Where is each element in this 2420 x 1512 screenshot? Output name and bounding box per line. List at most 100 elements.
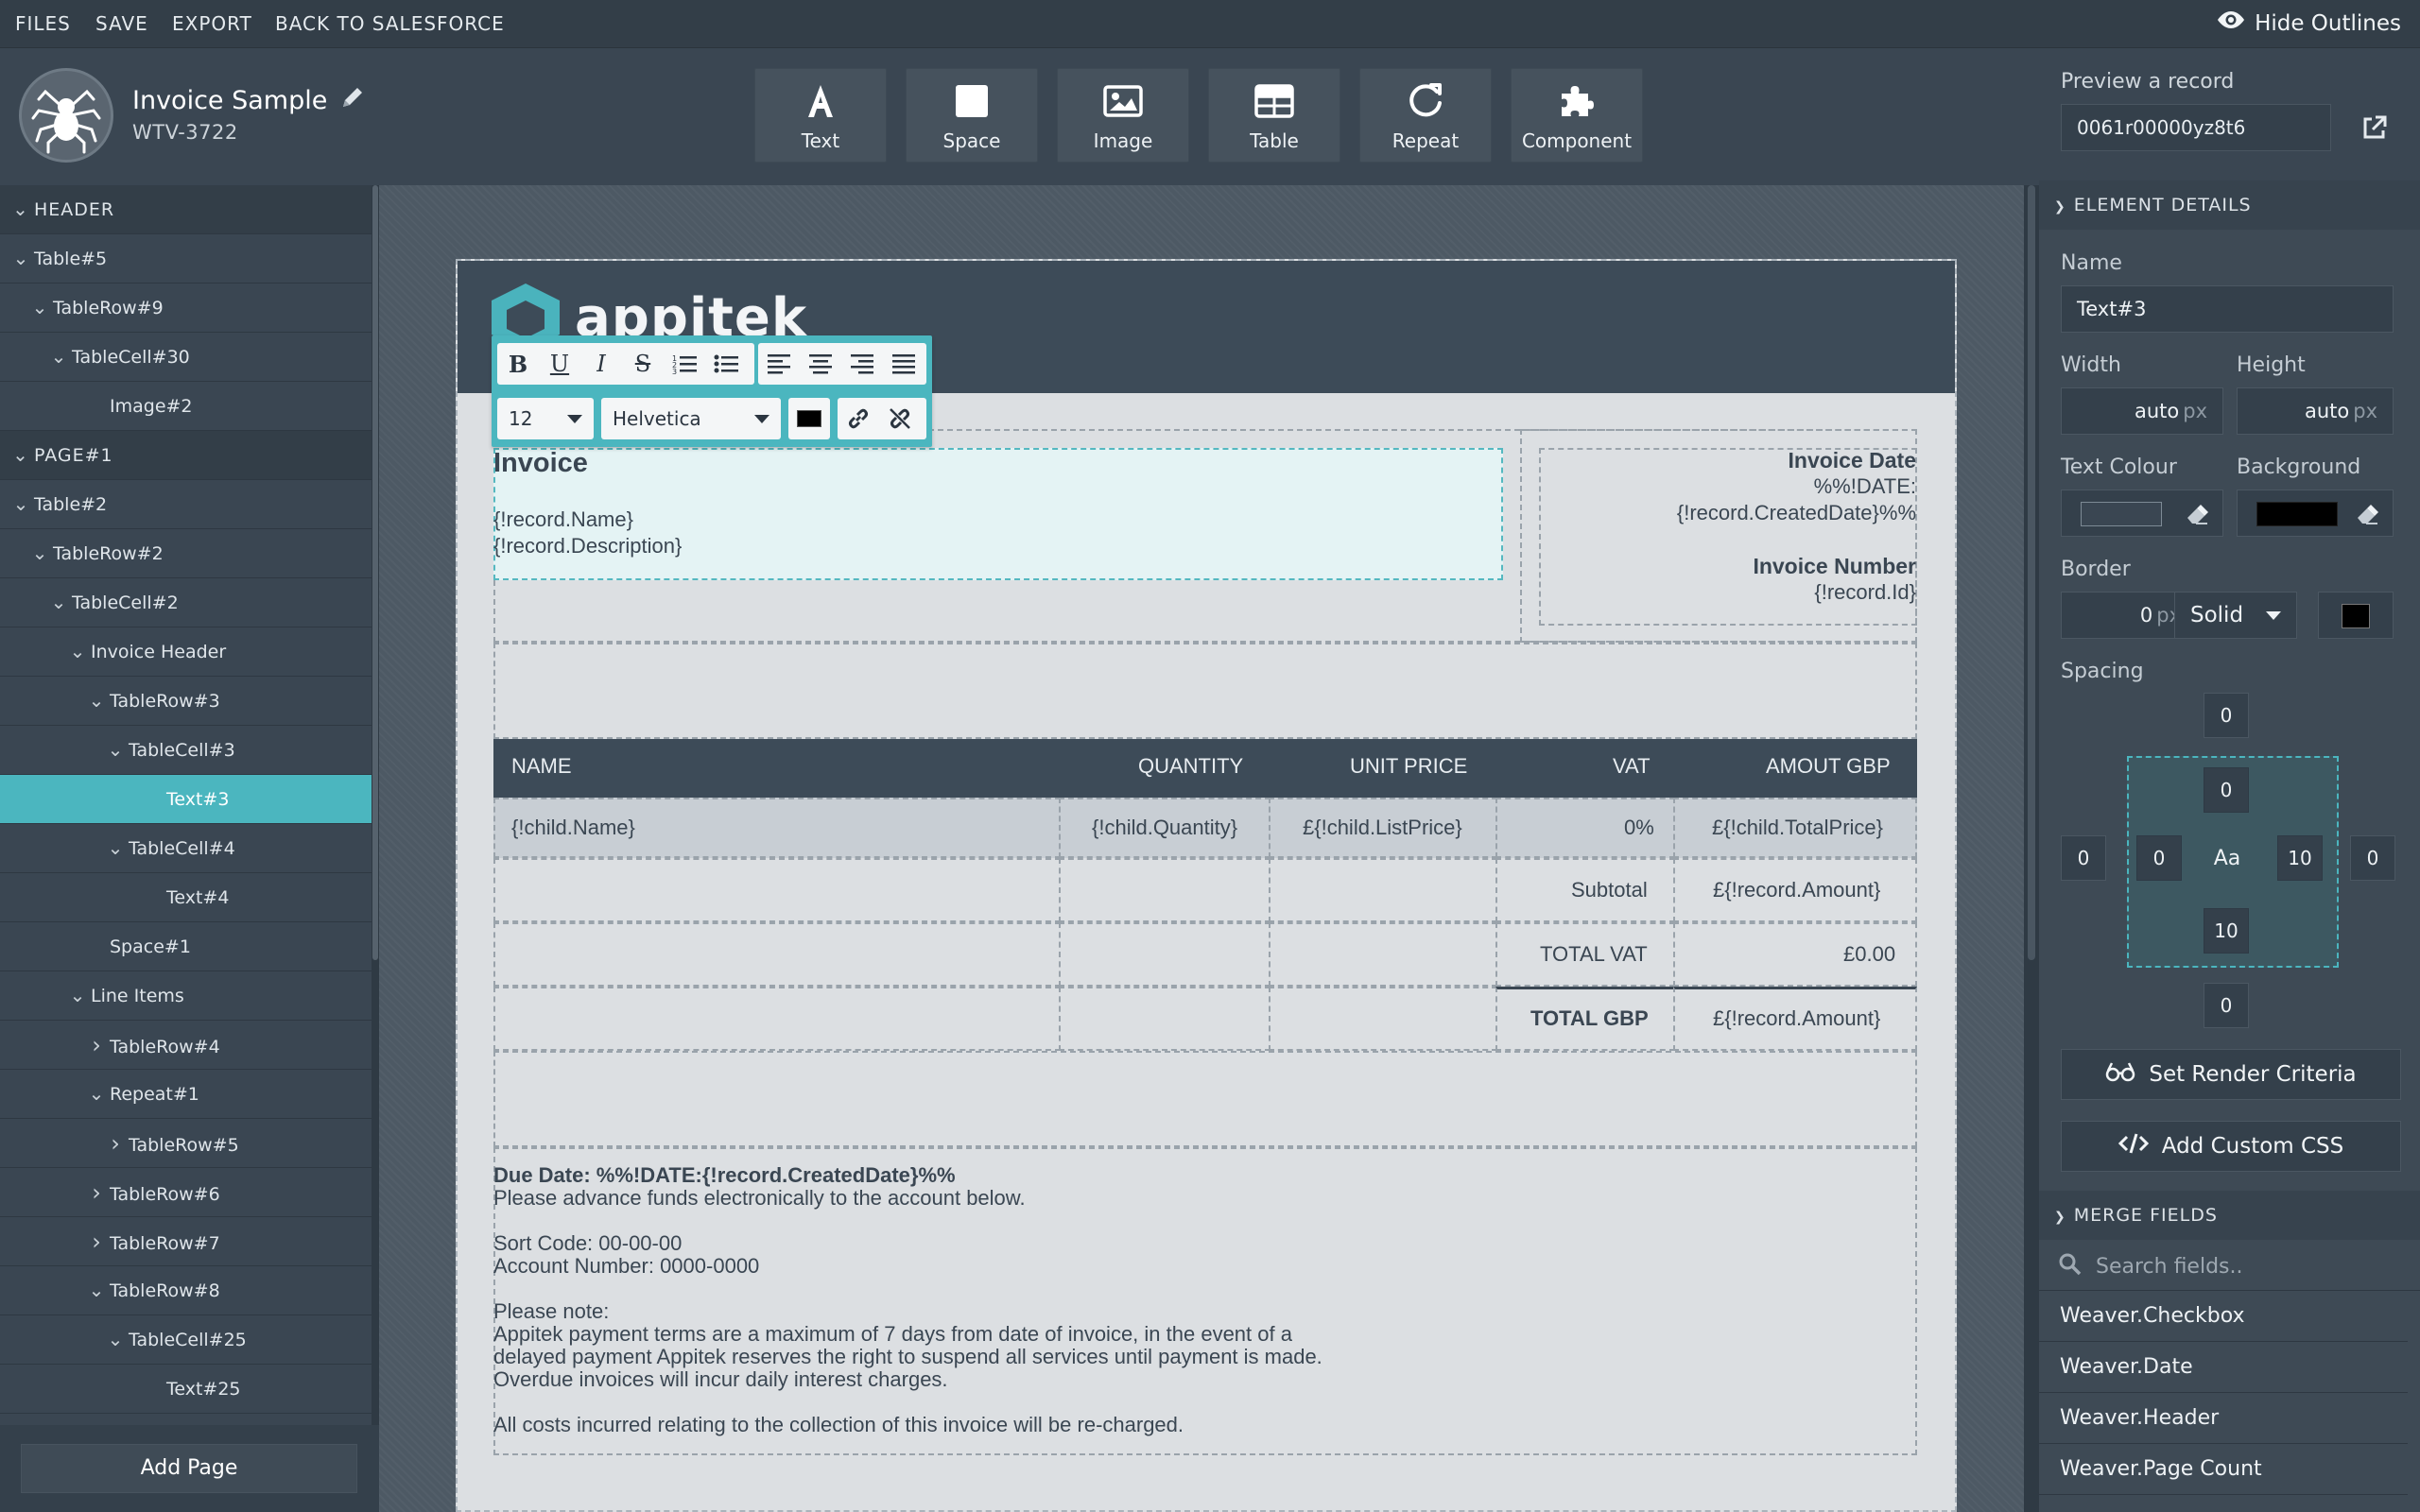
chevron-down-icon[interactable]: ⌄ bbox=[11, 190, 30, 228]
tree-item[interactable]: ⌄ TableCell#2 bbox=[0, 578, 372, 627]
tree-item[interactable]: ⌄ TableCell#3 bbox=[0, 726, 372, 775]
text-color-button[interactable] bbox=[788, 398, 830, 439]
font-family-select[interactable]: Helvetica bbox=[601, 398, 781, 439]
tree-item[interactable]: Image#2 bbox=[0, 382, 372, 431]
tree-item[interactable]: ⌄ TableCell#30 bbox=[0, 333, 372, 382]
tree-item[interactable]: ⌄ Repeat#1 bbox=[0, 1070, 372, 1119]
tree-item[interactable]: ⌄ TableRow#2 bbox=[0, 529, 372, 578]
preview-record-input[interactable]: 0061r00000yz8t6 bbox=[2061, 104, 2331, 151]
tree-item[interactable]: Text#25 bbox=[0, 1365, 372, 1414]
margin-right-input[interactable]: 0 bbox=[2350, 835, 2395, 881]
tree-item[interactable]: › TableRow#6 bbox=[0, 1168, 372, 1217]
merge-field-item[interactable]: Weaver.Page Count bbox=[2039, 1444, 2408, 1495]
merge-fields-header[interactable]: ❯ MERGE FIELDS bbox=[2039, 1191, 2420, 1240]
tree-item[interactable]: ⌄ TableRow#3 bbox=[0, 677, 372, 726]
tree-item[interactable]: ⌄ Line Items bbox=[0, 971, 372, 1021]
margin-top-input[interactable]: 0 bbox=[2204, 693, 2249, 738]
tree-item[interactable]: ⌄ Table#5 bbox=[0, 234, 372, 284]
element-name-input[interactable]: Text#3 bbox=[2061, 285, 2394, 333]
chevron-down-icon[interactable]: ⌄ bbox=[49, 583, 68, 621]
add-custom-css-button[interactable]: Add Custom CSS bbox=[2061, 1121, 2401, 1172]
tree-item[interactable]: ⌄ TableCell#4 bbox=[0, 824, 372, 873]
tree-item[interactable]: ⌄ HEADER bbox=[0, 185, 372, 234]
menu-files[interactable]: FILES bbox=[15, 0, 71, 48]
chevron-down-icon[interactable]: ⌄ bbox=[106, 1320, 125, 1358]
set-render-criteria-button[interactable]: Set Render Criteria bbox=[2061, 1049, 2401, 1100]
element-details-header[interactable]: ❯ ELEMENT DETAILS bbox=[2039, 180, 2420, 230]
menu-save[interactable]: SAVE bbox=[95, 0, 148, 48]
background-colour-picker[interactable] bbox=[2237, 490, 2394, 537]
table-cell[interactable] bbox=[493, 858, 1061, 922]
align-justify-icon[interactable] bbox=[883, 343, 925, 385]
table-cell[interactable] bbox=[1269, 987, 1497, 1051]
menu-export[interactable]: EXPORT bbox=[172, 0, 252, 48]
chevron-down-icon[interactable]: ⌄ bbox=[49, 337, 68, 375]
chevron-right-icon[interactable]: › bbox=[87, 1168, 106, 1217]
add-image-button[interactable]: Image bbox=[1057, 68, 1189, 163]
tree-item[interactable]: ⌄ TableRow#9 bbox=[0, 284, 372, 333]
chevron-down-icon[interactable]: ⌄ bbox=[106, 829, 125, 867]
padding-bottom-input[interactable]: 10 bbox=[2204, 908, 2249, 954]
tree-item[interactable]: › TableRow#7 bbox=[0, 1217, 372, 1266]
tree-scrollbar[interactable] bbox=[372, 185, 379, 1433]
chevron-down-icon[interactable]: ⌄ bbox=[87, 681, 106, 719]
chevron-down-icon[interactable]: ⌄ bbox=[11, 436, 30, 473]
table-cell[interactable] bbox=[1269, 922, 1497, 987]
open-external-icon[interactable] bbox=[2350, 104, 2399, 151]
chevron-down-icon[interactable]: ⌄ bbox=[68, 632, 87, 670]
hide-outlines-button[interactable]: Hide Outlines bbox=[2217, 0, 2401, 48]
chevron-down-icon[interactable]: ⌄ bbox=[106, 730, 125, 768]
chevron-down-icon[interactable]: ⌄ bbox=[87, 1271, 106, 1309]
tree-item[interactable]: ⌄ TableCell#25 bbox=[0, 1315, 372, 1365]
margin-left-input[interactable]: 0 bbox=[2061, 835, 2106, 881]
merge-fields-search[interactable]: Search fields.. bbox=[2039, 1244, 2420, 1291]
table-cell[interactable] bbox=[1059, 987, 1270, 1051]
ordered-list-icon[interactable]: 123 bbox=[664, 343, 705, 385]
chevron-down-icon[interactable]: ⌄ bbox=[11, 239, 30, 277]
padding-right-input[interactable]: 10 bbox=[2277, 835, 2323, 881]
italic-icon[interactable]: I bbox=[580, 343, 622, 385]
table-cell[interactable] bbox=[1059, 858, 1270, 922]
add-space-button[interactable]: Space bbox=[906, 68, 1038, 163]
table-cell[interactable] bbox=[1059, 922, 1270, 987]
pencil-icon[interactable] bbox=[338, 83, 367, 118]
bold-icon[interactable]: B bbox=[497, 343, 539, 385]
align-left-icon[interactable] bbox=[758, 343, 800, 385]
border-colour-picker[interactable] bbox=[2318, 592, 2394, 639]
tree-item[interactable]: › TableRow#4 bbox=[0, 1021, 372, 1070]
add-repeat-button[interactable]: Repeat bbox=[1359, 68, 1492, 163]
height-input[interactable]: auto px bbox=[2237, 387, 2394, 435]
chevron-down-icon[interactable]: ⌄ bbox=[30, 534, 49, 572]
table-cell[interactable] bbox=[1269, 858, 1497, 922]
tree-item[interactable]: › TableRow#5 bbox=[0, 1119, 372, 1168]
chevron-down-icon[interactable]: ⌄ bbox=[68, 976, 87, 1014]
tree-item[interactable]: ⌄ TableRow#8 bbox=[0, 1266, 372, 1315]
chevron-down-icon[interactable]: ⌄ bbox=[87, 1074, 106, 1112]
tree-item[interactable]: Space#1 bbox=[0, 922, 372, 971]
chevron-down-icon[interactable]: ⌄ bbox=[30, 288, 49, 326]
chevron-right-icon[interactable]: › bbox=[87, 1217, 106, 1266]
align-center-icon[interactable] bbox=[800, 343, 841, 385]
tree-item[interactable]: Text#4 bbox=[0, 873, 372, 922]
menu-back-to-salesforce[interactable]: BACK TO SALESFORCE bbox=[275, 0, 505, 48]
space-element[interactable] bbox=[493, 1051, 1917, 1147]
right-panel-scrollbar[interactable] bbox=[2024, 185, 2039, 1512]
merge-field-item[interactable]: Weaver.Header bbox=[2039, 1393, 2408, 1444]
add-component-button[interactable]: Component bbox=[1511, 68, 1643, 163]
merge-field-item[interactable]: Weaver.Checkbox bbox=[2039, 1291, 2408, 1342]
table-cell[interactable] bbox=[493, 987, 1061, 1051]
add-text-button[interactable]: Text bbox=[754, 68, 887, 163]
width-input[interactable]: auto px bbox=[2061, 387, 2223, 435]
chevron-right-icon[interactable]: › bbox=[106, 1119, 125, 1168]
chevron-down-icon[interactable]: ⌄ bbox=[11, 485, 30, 523]
table-cell[interactable] bbox=[493, 922, 1061, 987]
link-icon[interactable] bbox=[838, 398, 879, 439]
tree-item[interactable]: ⌄ Invoice Header bbox=[0, 627, 372, 677]
margin-bottom-input[interactable]: 0 bbox=[2204, 983, 2249, 1028]
tree-item[interactable]: ⌄ PAGE#1 bbox=[0, 431, 372, 480]
eraser-icon[interactable] bbox=[2185, 502, 2209, 526]
border-style-select[interactable]: Solid bbox=[2174, 592, 2297, 639]
chevron-right-icon[interactable]: › bbox=[87, 1021, 106, 1070]
space-element[interactable] bbox=[493, 643, 1917, 739]
strikethrough-icon[interactable]: S bbox=[622, 343, 664, 385]
